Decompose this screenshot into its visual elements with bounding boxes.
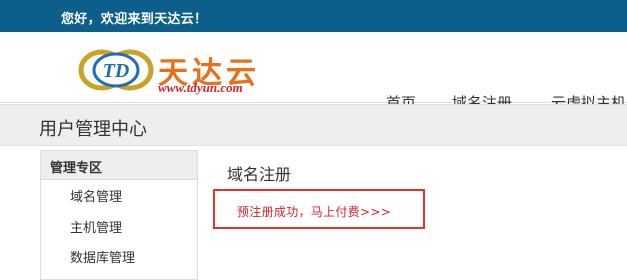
page-title-bar: 用户管理中心	[0, 104, 627, 146]
welcome-text: 您好，欢迎来到天达云！	[61, 12, 208, 27]
sidebar-title: 管理专区	[50, 161, 103, 176]
section-title: 域名注册	[227, 165, 292, 184]
pay-now-link[interactable]: 预注册成功，马上付费>>>	[237, 203, 391, 220]
page-title: 用户管理中心	[39, 119, 147, 140]
site-logo[interactable]: TD 天达云 www.tdyun.com	[78, 48, 278, 95]
sidebar: 管理专区 域名管理 主机管理 数据库管理	[40, 150, 198, 280]
sidebar-item-domain-management[interactable]: 域名管理	[70, 186, 122, 205]
logo-mark-icon: TD	[78, 49, 154, 91]
top-bar: 您好，欢迎来到天达云！	[0, 0, 627, 32]
logo-mark-text: TD	[103, 60, 130, 82]
sidebar-item-database-management[interactable]: 数据库管理	[70, 247, 135, 266]
logo-url: www.tdyun.com	[158, 80, 243, 95]
site-header: TD 天达云 www.tdyun.com 首页 域名注册 云虚拟主机	[0, 32, 627, 112]
sidebar-header: 管理专区	[41, 151, 197, 180]
payment-notice-box: 预注册成功，马上付费>>>	[213, 189, 425, 229]
sidebar-item-host-management[interactable]: 主机管理	[70, 217, 122, 236]
